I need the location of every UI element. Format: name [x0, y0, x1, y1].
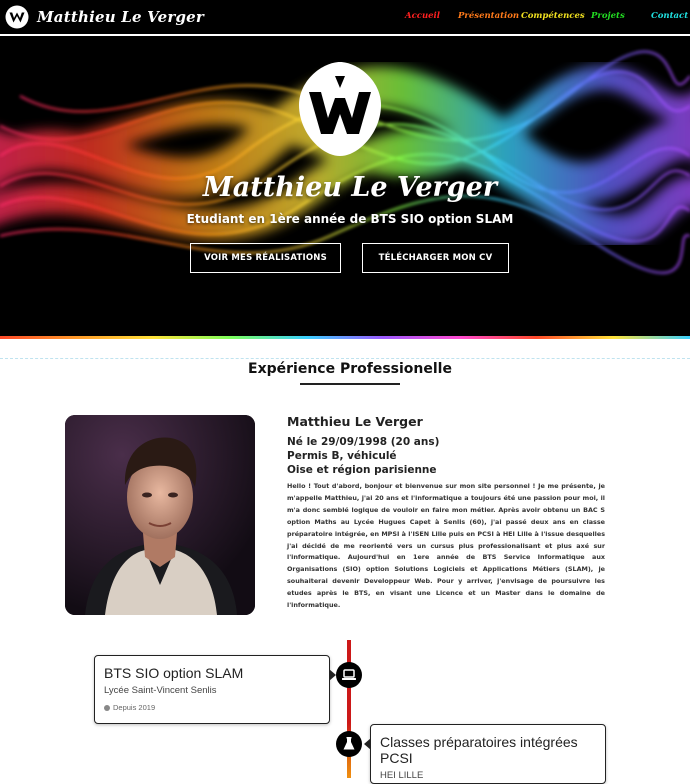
profile-license: Permis B, véhiculé [287, 450, 397, 462]
timeline-card-title: BTS SIO option SLAM [104, 665, 244, 681]
timeline-card: Classes préparatoires intégrées PCSI HEI… [364, 724, 606, 784]
timeline-card: BTS SIO option SLAM Lycée Saint-Vincent … [94, 655, 336, 724]
nav-contact[interactable]: Contact [651, 11, 688, 21]
navbar: Matthieu Le Verger Accueil Présentation … [0, 0, 690, 35]
timeline-date-text: Depuis 2019 [113, 703, 156, 712]
laptop-icon [336, 662, 362, 688]
profile-birth: Né le 29/09/1998 (20 ans) [287, 436, 440, 448]
hero-subtitle: Etudiant en 1ère année de BTS SIO option… [186, 212, 514, 226]
nav-competences[interactable]: Compétences [521, 11, 585, 21]
timeline-card-place: Lycée Saint-Vincent Senlis [104, 685, 217, 696]
hero-banner: Matthieu Le Verger Etudiant en 1ère anné… [0, 36, 690, 336]
rainbow-divider [0, 336, 690, 339]
profile-photo-image [65, 415, 255, 615]
nav-projets[interactable]: Projets [591, 11, 625, 21]
nav-accueil[interactable]: Accueil [405, 11, 440, 21]
dashed-divider [0, 358, 690, 359]
clock-icon [104, 704, 110, 711]
hero-name: Matthieu Le Verger [202, 172, 498, 203]
timeline-card-title: Classes préparatoires intégrées PCSI [380, 734, 578, 766]
hero-w-logo-icon [299, 62, 381, 156]
profile-name: Matthieu Le Verger [287, 414, 423, 429]
profile-photo [65, 415, 255, 615]
profile-bio: Hello ! Tout d'abord, bonjour et bienven… [287, 482, 605, 610]
card-arrow [329, 669, 336, 681]
flask-icon [336, 731, 362, 757]
timeline-line [347, 640, 351, 778]
title-underline [300, 383, 400, 385]
profile-region: Oise et région parisienne [287, 464, 437, 476]
card-arrow [364, 738, 371, 750]
timeline-card-date: Depuis 2019 [104, 703, 155, 712]
timeline-card-place: HEI LILLE [380, 770, 424, 781]
section-title: Expérience Professionelle [248, 361, 452, 377]
view-projects-button[interactable]: VOIR MES RÉALISATIONS [190, 243, 341, 273]
download-cv-button[interactable]: TÉLÉCHARGER MON CV [362, 243, 509, 273]
nav-menu: Accueil Présentation Compétences Projets… [0, 11, 690, 25]
nav-presentation[interactable]: Présentation [458, 11, 519, 21]
